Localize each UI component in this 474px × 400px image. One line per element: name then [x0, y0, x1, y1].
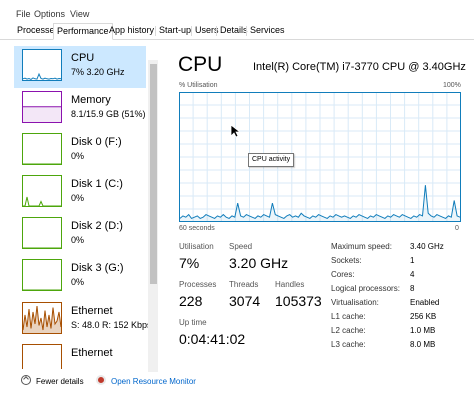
spec-label: Logical processors:: [331, 284, 400, 293]
handles-value: 105373: [275, 293, 322, 309]
resource-item-memory[interactable]: Memory 8.1/15.9 GB (51%): [14, 88, 146, 130]
resource-value: S: 48.0 R: 152 Kbps: [71, 320, 152, 330]
resource-name: CPU: [71, 52, 95, 64]
handles-label: Handles: [275, 280, 305, 289]
thumbnail-frame: [22, 259, 62, 291]
disk-thumbnail-graph: [22, 133, 62, 165]
tab-services[interactable]: Services: [247, 23, 288, 38]
resource-list-scroll-thumb[interactable]: [150, 64, 157, 284]
tab-performance[interactable]: Performance: [53, 23, 113, 40]
thumbnail-frame: [22, 49, 62, 81]
footer: Fewer details Open Resource Monitor: [0, 372, 474, 394]
open-resource-monitor-link[interactable]: Open Resource Monitor: [111, 377, 196, 386]
menu-file[interactable]: File: [16, 9, 31, 19]
resource-item-ethernet-1[interactable]: Ethernet S: 48.0 R: 152 Kbps: [14, 299, 152, 341]
disk-thumbnail-graph: [22, 259, 62, 291]
resource-value: 8.1/15.9 GB (51%): [71, 109, 146, 119]
resource-value: 0%: [71, 151, 85, 161]
menu-options[interactable]: Options: [34, 9, 65, 19]
resource-item-disk-2[interactable]: Disk 2 (D:) 0%: [14, 214, 146, 256]
spec-label: Cores:: [331, 270, 355, 279]
spec-value: 8.0 MB: [410, 340, 436, 349]
utilisation-axis-max: 100%: [443, 82, 461, 89]
utilisation-value: 7%: [179, 255, 200, 271]
spec-label: Virtualisation:: [331, 298, 379, 307]
window-title-strip: [0, 0, 474, 6]
cpu-graph-svg: [179, 92, 461, 222]
menu-bar: File Options View: [0, 7, 474, 23]
spec-label: L3 cache:: [331, 340, 366, 349]
graph-time-right: 0: [455, 225, 459, 232]
spec-value: 1.0 MB: [410, 326, 436, 335]
fewer-details-link[interactable]: Fewer details: [36, 377, 84, 386]
resource-item-ethernet-2[interactable]: Ethernet: [14, 341, 146, 369]
tab-bar: Processes Performance App history Start-…: [0, 23, 474, 40]
speed-value: 3.20 GHz: [229, 255, 289, 271]
resource-item-disk-0[interactable]: Disk 0 (F:) 0%: [14, 130, 146, 172]
spec-value: Enabled: [410, 298, 440, 307]
resource-name: Memory: [71, 94, 111, 106]
spec-label: L2 cache:: [331, 326, 366, 335]
processes-label: Processes: [179, 280, 217, 289]
resource-item-disk-1[interactable]: Disk 1 (C:) 0%: [14, 172, 146, 214]
memory-usage-fill: [23, 106, 61, 122]
processes-value: 228: [179, 293, 203, 309]
threads-value: 3074: [229, 293, 261, 309]
spec-label: Sockets:: [331, 256, 362, 265]
spec-value: 3.40 GHz: [410, 242, 444, 251]
uptime-label: Up time: [179, 318, 207, 327]
thumbnail-frame: [22, 217, 62, 249]
speed-label: Speed: [229, 242, 253, 251]
cpu-utilisation-graph: [179, 92, 461, 222]
ethernet-thumbnail-graph: [22, 344, 62, 369]
resource-name: Ethernet: [71, 347, 113, 359]
resource-name: Disk 3 (G:): [71, 262, 124, 274]
disk-thumbnail-graph: [22, 217, 62, 249]
resource-list: CPU 7% 3.20 GHz Memory 8.1/15.9 GB (51%)…: [14, 44, 162, 369]
thumbnail-frame: [22, 133, 62, 165]
cpu-model: Intel(R) Core(TM) i7-3770 CPU @ 3.40GHz: [253, 61, 466, 73]
memory-thumbnail-graph: [22, 91, 62, 123]
spec-label: Maximum speed:: [331, 242, 392, 251]
resource-value: 0%: [71, 277, 85, 287]
resource-name: Ethernet: [71, 305, 113, 317]
resource-value: 0%: [71, 193, 85, 203]
resource-item-cpu[interactable]: CPU 7% 3.20 GHz: [14, 46, 146, 88]
resource-name: Disk 0 (F:): [71, 136, 122, 148]
utilisation-label: Utilisation: [179, 242, 214, 251]
resource-value: 7% 3.20 GHz: [71, 67, 125, 77]
threads-label: Threads: [229, 280, 259, 289]
ethernet-thumbnail-graph: [22, 302, 62, 334]
spec-value: 1: [410, 256, 415, 265]
collapse-chevron-icon[interactable]: [21, 375, 31, 385]
page-title: CPU: [178, 53, 223, 76]
spec-value: 4: [410, 270, 415, 279]
tab-startup[interactable]: Start-up: [156, 23, 194, 38]
resource-monitor-icon[interactable]: [96, 375, 106, 385]
thumbnail-frame: [22, 344, 62, 369]
resource-name: Disk 1 (C:): [71, 178, 123, 190]
spec-value: 8: [410, 284, 415, 293]
resource-value: 0%: [71, 235, 85, 245]
resource-item-disk-3[interactable]: Disk 3 (G:) 0%: [14, 256, 146, 298]
disk-thumbnail-graph: [22, 175, 62, 207]
cpu-activity-tooltip: CPU activity: [248, 153, 295, 167]
mouse-cursor-icon: [230, 124, 240, 138]
graph-time-left: 60 seconds: [179, 225, 215, 232]
resource-name: Disk 2 (D:): [71, 220, 123, 232]
tab-app-history[interactable]: App history: [106, 23, 157, 38]
uptime-value: 0:04:41:02: [179, 331, 246, 347]
spec-value: 256 KB: [410, 312, 437, 321]
utilisation-axis-label: % Utilisation: [179, 82, 218, 89]
menu-view[interactable]: View: [70, 9, 89, 19]
spec-label: L1 cache:: [331, 312, 366, 321]
cpu-thumbnail-graph: [22, 49, 62, 81]
